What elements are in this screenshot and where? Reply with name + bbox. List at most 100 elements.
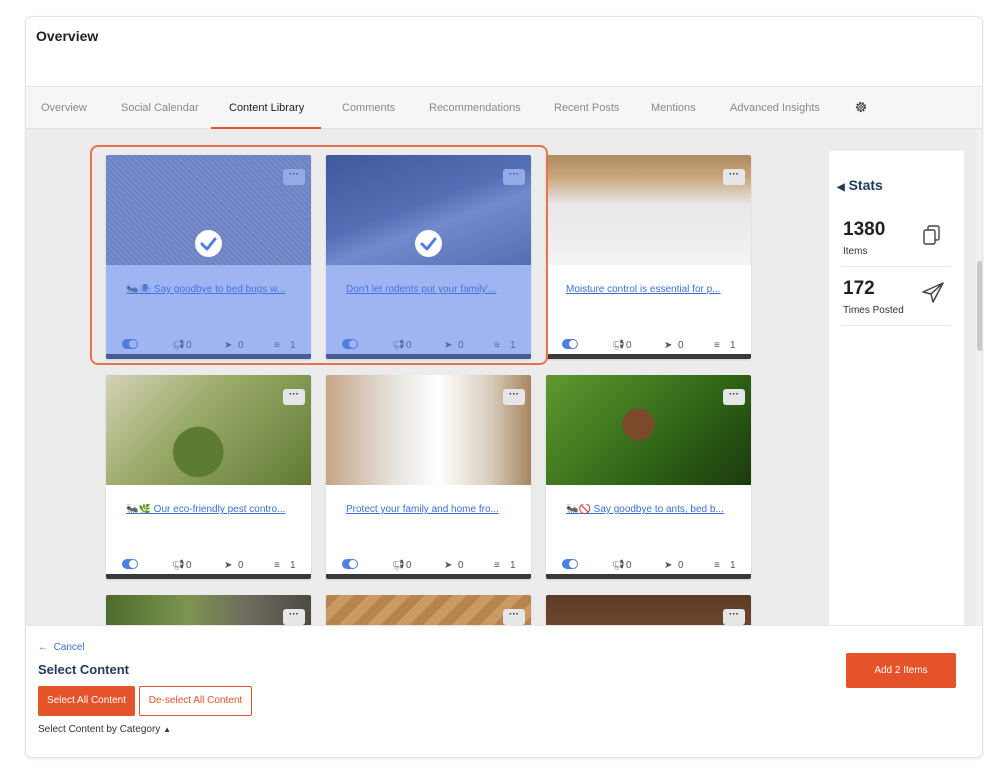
more-dots-icon[interactable]: ··· bbox=[503, 389, 525, 405]
card-bottom-bar bbox=[326, 574, 531, 579]
sent-count: 0 bbox=[678, 560, 684, 571]
sent-count: 0 bbox=[458, 560, 464, 571]
more-dots-icon[interactable]: ··· bbox=[723, 609, 745, 625]
card-image bbox=[546, 155, 751, 265]
content-card[interactable]: ···🐜🕷 Say goodbye to bed bugs w...📢︎0➤0≡… bbox=[106, 155, 311, 359]
items-count: 1380 bbox=[843, 219, 886, 240]
card-bottom-bar bbox=[546, 574, 751, 579]
add-items-button[interactable]: Add 2 Items bbox=[846, 653, 956, 688]
lines-count: 1 bbox=[730, 340, 736, 351]
posted-count: 172 bbox=[843, 278, 875, 299]
lines-icon: ≡ bbox=[274, 560, 280, 571]
tab-bar: Overview Social Calendar Content Library… bbox=[26, 87, 982, 129]
card-image bbox=[326, 595, 531, 625]
sent-count: 0 bbox=[238, 560, 244, 571]
checkmark-glyph bbox=[420, 237, 437, 251]
more-dots-icon[interactable]: ··· bbox=[283, 389, 305, 405]
lines-icon: ≡ bbox=[714, 340, 720, 351]
card-stats: 📢︎0➤0≡1 bbox=[326, 559, 531, 573]
toggle-icon[interactable] bbox=[122, 559, 138, 569]
stats-panel: ◀ Stats 1380 Items 172 Times Posted bbox=[829, 151, 964, 625]
content-card[interactable]: ··· 🐜🌿 Our eco-friendly pest contro... 📢︎ 0… bbox=[106, 375, 311, 579]
content-card[interactable]: ··· Moisture control is essential for p..… bbox=[546, 155, 751, 359]
copy-icon bbox=[923, 225, 940, 245]
content-card[interactable]: ··· bbox=[326, 595, 531, 625]
lines-icon: ≡ bbox=[494, 560, 500, 571]
posted-label: Times Posted bbox=[843, 305, 904, 316]
tab-mentions[interactable]: Mentions bbox=[651, 87, 696, 129]
content-area: ···🐜🕷 Say goodbye to bed bugs w...📢︎0➤0≡… bbox=[26, 129, 982, 625]
content-card[interactable]: ··· bbox=[546, 595, 751, 625]
content-card[interactable]: ··· 🐜🚫 Say goodbye to ants, bed b... 📢︎ 0 ➤ 0… bbox=[546, 375, 751, 579]
checkmark-icon[interactable] bbox=[415, 230, 442, 257]
gear-icon[interactable] bbox=[854, 100, 868, 114]
tab-social-calendar[interactable]: Social Calendar bbox=[121, 87, 199, 129]
card-caption[interactable]: Moisture control is essential for p... bbox=[566, 284, 736, 295]
content-card[interactable]: ··· Protect your family and home fro... 📢︎… bbox=[326, 375, 531, 579]
page-header: Overview bbox=[26, 17, 982, 87]
card-image bbox=[106, 595, 311, 625]
send-icon: ➤ bbox=[224, 560, 233, 571]
card-image bbox=[546, 595, 751, 625]
card-stats: 📢︎0➤0≡1 bbox=[546, 339, 751, 353]
tab-comments[interactable]: Comments bbox=[342, 87, 395, 129]
send-icon: ➤ bbox=[664, 560, 673, 571]
checkmark-icon[interactable] bbox=[195, 230, 222, 257]
toggle-icon[interactable] bbox=[342, 559, 358, 569]
more-dots-icon[interactable]: ··· bbox=[283, 609, 305, 625]
card-image bbox=[546, 375, 751, 485]
boost-count: 0 bbox=[626, 340, 632, 351]
caret-up-icon: ▲ bbox=[163, 725, 171, 734]
tab-content-library[interactable]: Content Library bbox=[210, 87, 322, 129]
lines-icon: ≡ bbox=[714, 560, 720, 571]
card-caption[interactable]: 🐜🌿 Our eco-friendly pest contro... bbox=[126, 504, 296, 515]
card-image bbox=[326, 375, 531, 485]
card-bottom-bar bbox=[546, 354, 751, 359]
lines-count: 1 bbox=[290, 560, 296, 571]
more-dots-icon[interactable]: ··· bbox=[723, 169, 745, 185]
content-card[interactable]: ···Don't let rodents put your family'...… bbox=[326, 155, 531, 359]
stats-title[interactable]: ◀ Stats bbox=[837, 177, 883, 193]
lines-count: 1 bbox=[730, 560, 736, 571]
lines-count: 1 bbox=[510, 560, 516, 571]
paper-plane-icon bbox=[922, 282, 944, 303]
megaphone-icon: 📢︎ bbox=[392, 560, 405, 571]
scrollbar-thumb[interactable] bbox=[977, 261, 982, 351]
stats-title-label: Stats bbox=[848, 177, 883, 193]
app-frame: Overview Overview Social Calendar Conten… bbox=[25, 16, 983, 758]
cancel-label: Cancel bbox=[53, 642, 85, 653]
more-dots-icon[interactable]: ··· bbox=[503, 609, 525, 625]
stats-divider bbox=[841, 266, 951, 267]
boost-count: 0 bbox=[186, 560, 192, 571]
select-by-category-toggle[interactable]: Select Content by Category ▲ bbox=[38, 724, 171, 735]
toggle-icon[interactable] bbox=[562, 339, 578, 349]
card-image bbox=[106, 375, 311, 485]
tab-recommendations[interactable]: Recommendations bbox=[429, 87, 521, 129]
tab-advanced-insights[interactable]: Advanced Insights bbox=[730, 87, 820, 129]
checkmark-glyph bbox=[200, 237, 217, 251]
deselect-all-button[interactable]: De-select All Content bbox=[139, 686, 252, 716]
back-arrow-icon: ← bbox=[38, 642, 48, 653]
scrollbar[interactable] bbox=[976, 129, 982, 625]
boost-count: 0 bbox=[406, 560, 412, 571]
toggle-icon[interactable] bbox=[562, 559, 578, 569]
send-icon: ➤ bbox=[664, 340, 673, 351]
content-card[interactable]: ··· bbox=[106, 595, 311, 625]
send-icon: ➤ bbox=[444, 560, 453, 571]
megaphone-icon: 📢︎ bbox=[612, 560, 625, 571]
sent-count: 0 bbox=[678, 340, 684, 351]
stats-divider bbox=[841, 325, 951, 326]
megaphone-icon: 📢︎ bbox=[612, 340, 625, 351]
items-label: Items bbox=[843, 246, 868, 257]
more-dots-icon[interactable]: ··· bbox=[723, 389, 745, 405]
caret-left-icon: ◀ bbox=[837, 182, 845, 193]
selection-footer: ← Cancel Select Content Select All Conte… bbox=[26, 625, 982, 757]
tab-recent-posts[interactable]: Recent Posts bbox=[554, 87, 619, 129]
cancel-link[interactable]: ← Cancel bbox=[38, 642, 85, 653]
tab-overview[interactable]: Overview bbox=[41, 87, 87, 129]
boost-count: 0 bbox=[626, 560, 632, 571]
card-caption[interactable]: Protect your family and home fro... bbox=[346, 504, 516, 515]
card-caption[interactable]: 🐜🚫 Say goodbye to ants, bed b... bbox=[566, 504, 736, 515]
select-all-button[interactable]: Select All Content bbox=[38, 686, 135, 716]
card-stats: 📢︎0➤0≡1 bbox=[106, 559, 311, 573]
